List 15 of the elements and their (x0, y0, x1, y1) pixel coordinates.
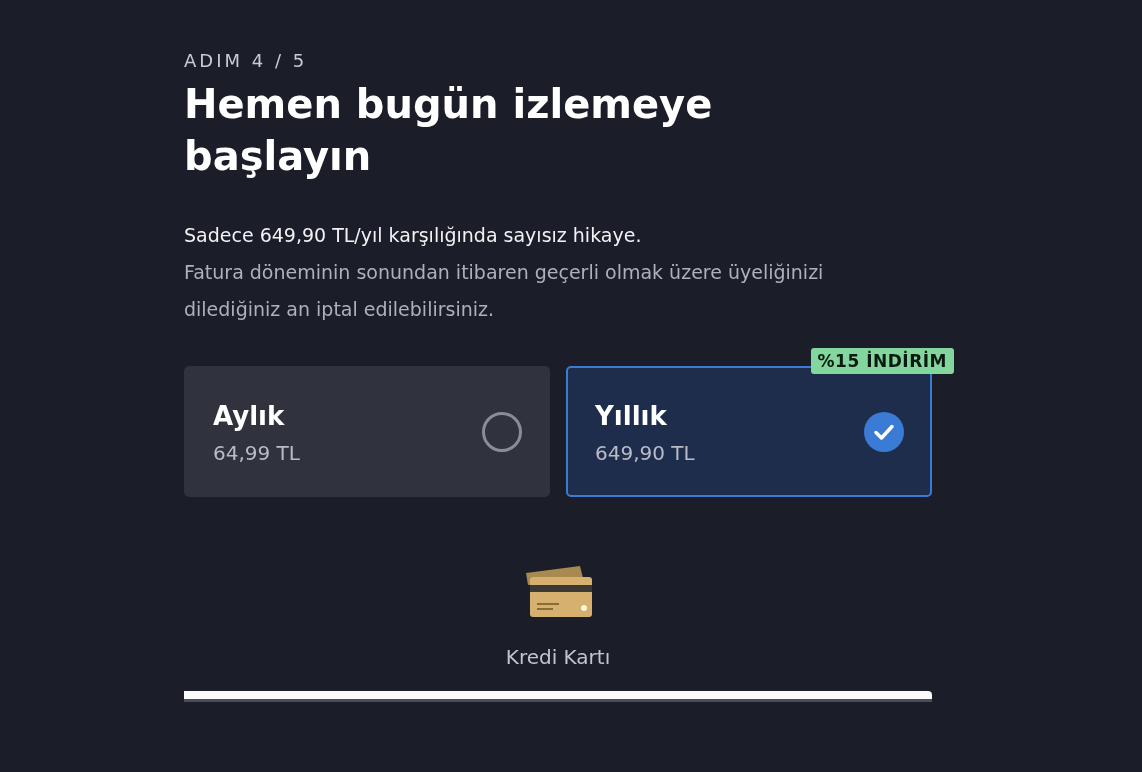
plan-card[interactable]: Aylık 64,99 TL (184, 366, 550, 497)
plan-name: Aylık (213, 399, 285, 433)
cancellation-note: Fatura döneminin sonundan itibaren geçerli olmak üzere üyeliğinizi dilediğiniz an iptal edilebilirsiniz. (184, 260, 825, 322)
plan-price: 64,99 TL (213, 440, 300, 465)
payment-method-tab[interactable]: Kredi Kartı (505, 645, 611, 669)
plan-card[interactable]: Yıllık 649,90 TL (566, 366, 932, 497)
price-summary: Sadece 649,90 TL/yıl karşılığında sayısız hikaye. (184, 223, 642, 248)
step-indicator: ADIM 4 / 5 (184, 50, 308, 72)
plan-price: 649,90 TL (595, 440, 695, 465)
discount-badge: %15 İNDİRİM (810, 348, 954, 374)
radio-icon (482, 411, 522, 452)
check-icon (864, 411, 904, 452)
credit-card-icon (524, 565, 592, 619)
plan-name: Yıllık (595, 399, 667, 433)
page-title: Hemen bugün izlemeye başlayın (184, 80, 714, 181)
